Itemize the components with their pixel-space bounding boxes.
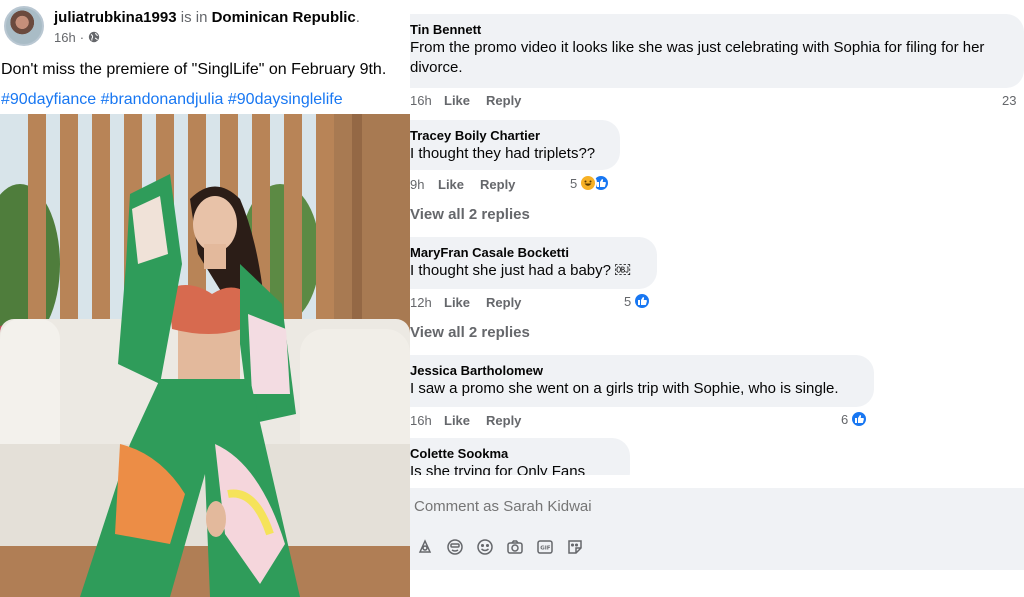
comment-bubble: MaryFran Casale Bocketti I thought she j… <box>410 237 657 289</box>
commenter-name[interactable]: MaryFran Casale Bocketti <box>410 244 645 261</box>
like-button[interactable]: Like <box>438 177 464 192</box>
reply-button[interactable]: Reply <box>486 295 521 310</box>
like-button[interactable]: Like <box>444 295 470 310</box>
is-in-label: is in <box>180 8 208 26</box>
comment-time[interactable]: 16h <box>410 93 444 108</box>
comment-bubble: Jessica Bartholomew I saw a promo she we… <box>410 355 874 407</box>
comment-text: divorce. <box>410 59 463 76</box>
comment-time[interactable]: 16h <box>410 413 444 428</box>
hashtag-link[interactable]: #90daysinglelife <box>228 91 343 108</box>
author-avatar[interactable] <box>4 6 44 46</box>
like-button[interactable]: Like <box>444 413 470 428</box>
avatar-sticker-icon[interactable] <box>414 536 435 557</box>
like-button[interactable]: Like <box>444 93 470 108</box>
reaction-count[interactable]: 5 <box>570 174 611 192</box>
view-replies-link[interactable]: View all 2 replies <box>410 324 530 341</box>
reaction-number: 23 <box>1002 93 1017 108</box>
reaction-number: 5 <box>570 175 578 191</box>
post-caption: Don't miss the premiere of "SinglLife" o… <box>1 61 387 78</box>
globe-icon <box>88 31 100 43</box>
reaction-number: 6 <box>841 411 849 427</box>
comment-text: I saw a promo she went on a girls trip w… <box>410 380 839 397</box>
sticker-icon[interactable] <box>564 536 585 557</box>
comment-bubble: Tin Bennett From the promo video it look… <box>410 14 1024 88</box>
location-link[interactable]: Dominican Republic <box>212 9 356 26</box>
smiley-icon[interactable] <box>474 536 495 557</box>
gif-icon[interactable]: GIF <box>534 536 555 557</box>
like-reaction-icon <box>850 410 869 428</box>
post-photo[interactable] <box>0 114 410 597</box>
comment-text: I thought she just had a baby? ￼ <box>410 262 631 279</box>
comment-actions: 9h Like Reply <box>410 177 531 192</box>
view-replies-link[interactable]: View all 2 replies <box>410 206 530 223</box>
comment-bubble: Colette Sookma Is she trying for Only Fa… <box>410 438 630 475</box>
commenter-name[interactable]: Tin Bennett <box>410 21 1012 38</box>
comment-time[interactable]: 12h <box>410 295 444 310</box>
post-header: juliatrubkina1993 is in Dominican Republ… <box>4 4 360 48</box>
hashtag-link[interactable]: #brandonandjulia <box>101 91 224 108</box>
reply-button[interactable]: Reply <box>480 177 515 192</box>
post-time[interactable]: 16h <box>54 30 76 45</box>
reaction-count[interactable]: 23 <box>1002 93 1018 108</box>
camera-icon[interactable] <box>504 536 525 557</box>
comment-text: From the promo video it looks like she w… <box>410 39 985 56</box>
facebook-post: juliatrubkina1993 is in Dominican Republ… <box>0 0 410 597</box>
commenter-name[interactable]: Jessica Bartholomew <box>410 362 862 379</box>
like-reaction-icon <box>633 292 652 310</box>
composer-toolbar: GIF <box>414 536 585 557</box>
reaction-count[interactable]: 5 <box>624 292 652 310</box>
reaction-number: 5 <box>624 293 632 309</box>
comment-actions: 16h Like Reply <box>410 93 537 108</box>
screenshot-root: juliatrubkina1993 is in Dominican Republ… <box>0 0 1024 597</box>
comments-list: Tin Bennett From the promo video it look… <box>410 0 1024 475</box>
emoji-face-icon[interactable] <box>444 536 465 557</box>
reply-button[interactable]: Reply <box>486 413 521 428</box>
comment-composer: GIF <box>410 488 1024 570</box>
comment-bubble: Tracey Boily Chartier I thought they had… <box>410 120 620 170</box>
separator-dot: · <box>79 29 85 45</box>
author-name[interactable]: juliatrubkina1993 <box>54 9 177 26</box>
comment-text: I thought they had triplets?? <box>410 145 596 162</box>
author-line: juliatrubkina1993 is in Dominican Republ… <box>54 8 360 27</box>
post-hashtags: #90dayfiance #brandonandjulia #90daysing… <box>1 90 343 110</box>
commenter-name[interactable]: Tracey Boily Chartier <box>410 127 608 144</box>
location-suffix: . <box>355 8 360 26</box>
comment-actions: 12h Like Reply <box>410 295 537 310</box>
hashtag-link[interactable]: #90dayfiance <box>1 91 96 108</box>
reply-button[interactable]: Reply <box>486 93 521 108</box>
post-meta: 16h · <box>54 30 360 45</box>
commenter-name[interactable]: Colette Sookma <box>410 445 618 462</box>
comment-actions: 16h Like Reply <box>410 413 537 428</box>
comment-text: Is she trying for Only Fans <box>410 463 586 475</box>
svg-text:GIF: GIF <box>540 545 551 551</box>
comment-time[interactable]: 9h <box>410 177 438 192</box>
reaction-count[interactable]: 6 <box>841 410 869 428</box>
post-header-text: juliatrubkina1993 is in Dominican Republ… <box>54 8 360 45</box>
comment-input[interactable] <box>414 498 974 515</box>
